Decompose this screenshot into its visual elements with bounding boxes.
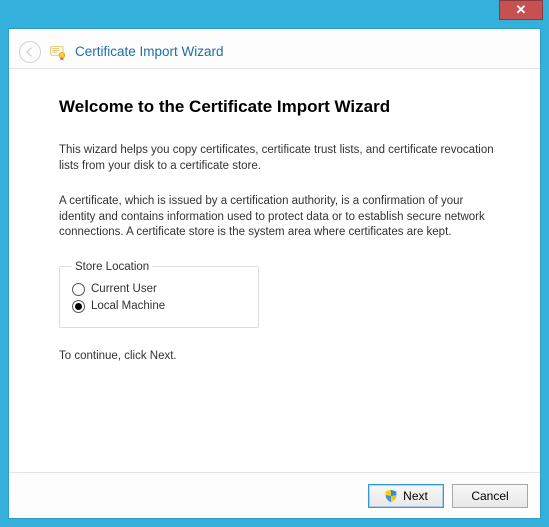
store-location-legend: Store Location (72, 261, 152, 273)
radio-current-user[interactable]: Current User (72, 283, 246, 296)
radio-local-machine[interactable]: Local Machine (72, 300, 246, 313)
continue-note: To continue, click Next. (59, 350, 500, 362)
radio-label: Local Machine (91, 300, 165, 312)
uac-shield-icon (384, 489, 398, 503)
next-button-label: Next (403, 489, 428, 503)
wizard-content: Welcome to the Certificate Import Wizard… (9, 69, 540, 472)
intro-paragraph-1: This wizard helps you copy certificates,… (59, 143, 500, 174)
page-heading: Welcome to the Certificate Import Wizard (59, 97, 500, 117)
titlebar: ✕ (0, 0, 549, 28)
wizard-footer: Next Cancel (9, 472, 540, 518)
radio-icon (72, 283, 85, 296)
wizard-window: ✕ Certificate Import Wizard Welcome to t… (0, 0, 549, 527)
wizard-title: Certificate Import Wizard (75, 44, 224, 59)
radio-icon (72, 300, 85, 313)
close-button[interactable]: ✕ (499, 0, 543, 20)
radio-label: Current User (91, 283, 157, 295)
close-icon: ✕ (516, 2, 527, 17)
certificate-icon (49, 43, 67, 61)
cancel-button-label: Cancel (471, 489, 508, 503)
wizard-header: Certificate Import Wizard (9, 29, 540, 69)
client-area: Certificate Import Wizard Welcome to the… (8, 28, 541, 519)
back-arrow-icon (23, 45, 37, 59)
next-button[interactable]: Next (368, 484, 444, 508)
cancel-button[interactable]: Cancel (452, 484, 528, 508)
intro-paragraph-2: A certificate, which is issued by a cert… (59, 194, 500, 241)
back-button (19, 41, 41, 63)
store-location-group: Store Location Current User Local Machin… (59, 261, 259, 328)
